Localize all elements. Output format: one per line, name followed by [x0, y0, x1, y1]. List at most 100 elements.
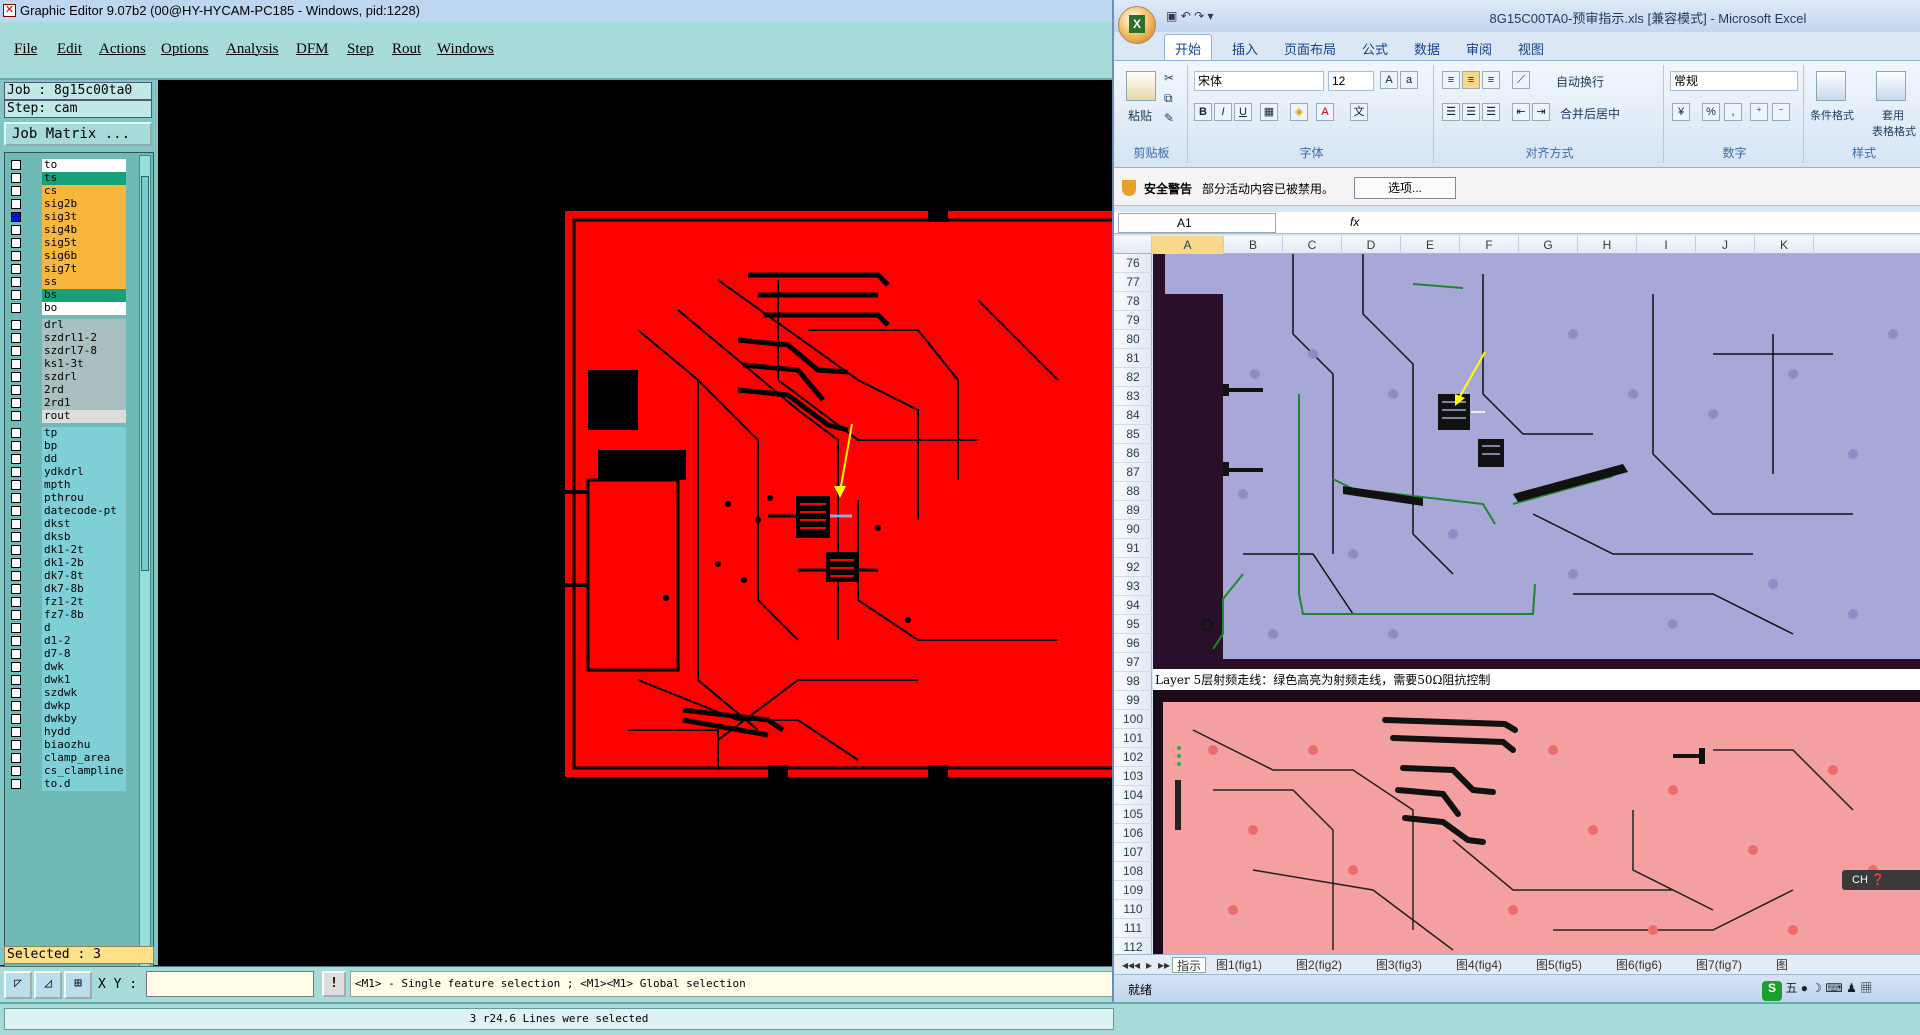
- info-icon[interactable]: !: [322, 971, 346, 997]
- paste-icon[interactable]: [1126, 71, 1156, 101]
- sheet-tab[interactable]: 图5(fig5): [1536, 957, 1582, 973]
- sheet-tab[interactable]: 图7(fig7): [1696, 957, 1742, 973]
- layer-checkbox[interactable]: [11, 662, 21, 672]
- layer-checkbox[interactable]: [11, 454, 21, 464]
- row-header[interactable]: 78: [1114, 292, 1152, 311]
- layer-checkbox[interactable]: [11, 398, 21, 408]
- layer-checkbox[interactable]: [11, 714, 21, 724]
- sheet-tab[interactable]: 图6(fig6): [1616, 957, 1662, 973]
- layer-checkbox[interactable]: [11, 186, 21, 196]
- cut-icon[interactable]: ✂: [1164, 71, 1174, 85]
- layer-checkbox[interactable]: [11, 571, 21, 581]
- layer-scrollbar[interactable]: [139, 155, 151, 1010]
- layer-checkbox[interactable]: [11, 333, 21, 343]
- layer-checkbox[interactable]: [11, 346, 21, 356]
- layer-checkbox[interactable]: [11, 753, 21, 763]
- layer-checkbox[interactable]: [11, 701, 21, 711]
- layer-checkbox[interactable]: [11, 493, 21, 503]
- layer-checkbox[interactable]: [11, 623, 21, 633]
- align-right-icon[interactable]: ☰: [1482, 103, 1500, 121]
- layer-checkbox[interactable]: [11, 359, 21, 369]
- layer-checkbox[interactable]: [11, 225, 21, 235]
- sheet-nav-icon[interactable]: ◂: [1134, 957, 1140, 973]
- layer-checkbox[interactable]: [11, 727, 21, 737]
- sheet-tab[interactable]: 图4(fig4): [1456, 957, 1502, 973]
- column-header[interactable]: E: [1401, 236, 1460, 254]
- ime-language-bar[interactable]: CH ❓: [1842, 870, 1920, 890]
- graphic-canvas[interactable]: [158, 80, 1115, 966]
- keyboard-icon[interactable]: ⌨: [1825, 981, 1842, 995]
- align-left-icon[interactable]: ☰: [1442, 103, 1460, 121]
- menu-step[interactable]: Step: [347, 41, 374, 58]
- layer-checkbox[interactable]: [11, 303, 21, 313]
- column-header[interactable]: F: [1460, 236, 1519, 254]
- row-header[interactable]: 94: [1114, 596, 1152, 615]
- layer-checkbox[interactable]: [11, 264, 21, 274]
- layer-checkbox[interactable]: [11, 480, 21, 490]
- ime-toolbar[interactable]: S 五 ● ☽ ⌨ ♟ ▦: [1762, 979, 1872, 1001]
- layer-checkbox[interactable]: [11, 688, 21, 698]
- row-header[interactable]: 82: [1114, 368, 1152, 387]
- layer-checkbox[interactable]: [11, 320, 21, 330]
- conditional-format-icon[interactable]: [1816, 71, 1846, 101]
- align-center-icon[interactable]: ☰: [1462, 103, 1480, 121]
- column-header[interactable]: H: [1578, 236, 1637, 254]
- row-header[interactable]: 98: [1114, 672, 1152, 691]
- xy-input[interactable]: [146, 971, 314, 997]
- tab-page-layout[interactable]: 页面布局: [1284, 39, 1336, 58]
- tab-home[interactable]: 开始: [1164, 34, 1213, 60]
- menu-dfm[interactable]: DFM: [296, 41, 329, 58]
- row-header[interactable]: 103: [1114, 767, 1152, 786]
- increase-indent-icon[interactable]: ⇥: [1532, 103, 1550, 121]
- increase-decimal-icon[interactable]: ⁺: [1750, 103, 1768, 121]
- row-header[interactable]: 105: [1114, 805, 1152, 824]
- sheet-tab[interactable]: 图1(fig1): [1216, 957, 1262, 973]
- row-header[interactable]: 83: [1114, 387, 1152, 406]
- layer-checkbox[interactable]: [11, 212, 21, 222]
- layer-row[interactable]: rout: [5, 409, 135, 424]
- row-header[interactable]: 81: [1114, 349, 1152, 368]
- decrease-decimal-icon[interactable]: ⁻: [1772, 103, 1790, 121]
- row-header[interactable]: 87: [1114, 463, 1152, 482]
- layer-checkbox[interactable]: [11, 290, 21, 300]
- currency-icon[interactable]: ¥: [1672, 103, 1690, 121]
- layer-checkbox[interactable]: [11, 636, 21, 646]
- align-bottom-icon[interactable]: ≡: [1482, 71, 1500, 89]
- merge-center-button[interactable]: 合并后居中: [1560, 105, 1620, 122]
- align-middle-icon[interactable]: ≡: [1462, 71, 1480, 89]
- layer-checkbox[interactable]: [11, 467, 21, 477]
- row-header[interactable]: 93: [1114, 577, 1152, 596]
- row-header[interactable]: 95: [1114, 615, 1152, 634]
- snap-grid-icon[interactable]: ⊞: [64, 971, 92, 999]
- column-header[interactable]: J: [1696, 236, 1755, 254]
- font-size-select[interactable]: 12: [1328, 71, 1374, 91]
- row-header[interactable]: 106: [1114, 824, 1152, 843]
- copy-icon[interactable]: ⧉: [1164, 91, 1173, 106]
- menu-file[interactable]: File: [14, 41, 37, 58]
- format-table-button[interactable]: 套用: [1882, 107, 1904, 123]
- row-header[interactable]: 88: [1114, 482, 1152, 501]
- row-header[interactable]: 96: [1114, 634, 1152, 653]
- conditional-format-button[interactable]: 条件格式: [1810, 107, 1854, 123]
- scrollbar-thumb[interactable]: [141, 176, 149, 571]
- underline-button[interactable]: U: [1234, 103, 1252, 121]
- layer-name[interactable]: rout: [42, 410, 126, 423]
- save-icon[interactable]: ▣: [1166, 9, 1177, 23]
- column-header[interactable]: A: [1152, 236, 1224, 254]
- measure-icon[interactable]: ◿: [34, 971, 62, 999]
- font-color-icon[interactable]: A: [1316, 103, 1334, 121]
- number-format-select[interactable]: 常规: [1670, 71, 1798, 91]
- comma-button[interactable]: ,: [1724, 103, 1742, 121]
- layer-checkbox[interactable]: [11, 610, 21, 620]
- layer-checkbox[interactable]: [11, 740, 21, 750]
- row-header[interactable]: 99: [1114, 691, 1152, 710]
- row-header[interactable]: 101: [1114, 729, 1152, 748]
- phonetic-icon[interactable]: 文: [1350, 103, 1368, 121]
- layer-checkbox[interactable]: [11, 597, 21, 607]
- layer-row[interactable]: to.d: [5, 777, 135, 792]
- security-options-button[interactable]: 选项...: [1354, 177, 1456, 199]
- layer-checkbox[interactable]: [11, 766, 21, 776]
- bold-button[interactable]: B: [1194, 103, 1212, 121]
- ime-icon-4[interactable]: ♟: [1846, 981, 1857, 995]
- fx-button[interactable]: fx: [1286, 213, 1376, 233]
